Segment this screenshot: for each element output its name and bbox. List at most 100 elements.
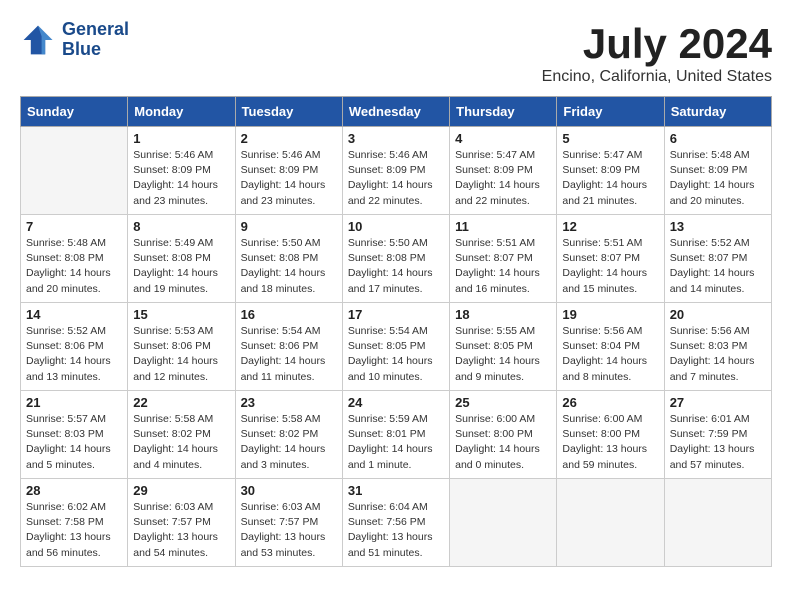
day-number: 12 bbox=[562, 219, 658, 234]
month-title: July 2024 bbox=[542, 20, 772, 68]
calendar-cell: 30Sunrise: 6:03 AM Sunset: 7:57 PM Dayli… bbox=[235, 479, 342, 567]
day-info: Sunrise: 6:01 AM Sunset: 7:59 PM Dayligh… bbox=[670, 412, 766, 473]
day-number: 17 bbox=[348, 307, 444, 322]
calendar-cell: 21 Sunrise: 5:57 AM Sunset: 8:03 PM Dayli… bbox=[21, 391, 128, 479]
day-number: 23 bbox=[241, 395, 337, 410]
page-header: General Blue July 2024 Encino, Californi… bbox=[20, 20, 772, 86]
weekday-header-sunday: Sunday bbox=[21, 97, 128, 127]
day-info: Sunrise: 5:52 AM Sunset: 8:06 PM Dayligh… bbox=[26, 324, 122, 385]
logo: General Blue bbox=[20, 20, 129, 60]
calendar-cell: 9 Sunrise: 5:50 AM Sunset: 8:08 PM Daylig… bbox=[235, 215, 342, 303]
calendar-cell: 18 Sunrise: 5:55 AM Sunset: 8:05 PM Dayli… bbox=[450, 303, 557, 391]
logo-icon bbox=[20, 22, 56, 58]
day-number: 7 bbox=[26, 219, 122, 234]
weekday-header-thursday: Thursday bbox=[450, 97, 557, 127]
day-number: 24 bbox=[348, 395, 444, 410]
calendar-cell: 8 Sunrise: 5:49 AM Sunset: 8:08 PM Daylig… bbox=[128, 215, 235, 303]
weekday-header-friday: Friday bbox=[557, 97, 664, 127]
title-block: July 2024 Encino, California, United Sta… bbox=[542, 20, 772, 86]
day-number: 26 bbox=[562, 395, 658, 410]
day-info: Sunrise: 6:00 AM Sunset: 8:00 PM Dayligh… bbox=[562, 412, 658, 473]
calendar-cell bbox=[557, 479, 664, 567]
day-number: 31 bbox=[348, 483, 444, 498]
day-info: Sunrise: 5:52 AM Sunset: 8:07 PM Dayligh… bbox=[670, 236, 766, 297]
day-number: 13 bbox=[670, 219, 766, 234]
calendar-cell: 3 Sunrise: 5:46 AM Sunset: 8:09 PM Daylig… bbox=[342, 127, 449, 215]
day-number: 14 bbox=[26, 307, 122, 322]
day-info: Sunrise: 5:54 AM Sunset: 8:05 PM Dayligh… bbox=[348, 324, 444, 385]
calendar-cell bbox=[664, 479, 771, 567]
day-info: Sunrise: 5:49 AM Sunset: 8:08 PM Dayligh… bbox=[133, 236, 229, 297]
day-info: Sunrise: 5:54 AM Sunset: 8:06 PM Dayligh… bbox=[241, 324, 337, 385]
day-info: Sunrise: 6:04 AM Sunset: 7:56 PM Dayligh… bbox=[348, 500, 444, 561]
day-info: Sunrise: 5:59 AM Sunset: 8:01 PM Dayligh… bbox=[348, 412, 444, 473]
day-number: 25 bbox=[455, 395, 551, 410]
calendar-cell: 7Sunrise: 5:48 AM Sunset: 8:08 PM Daylig… bbox=[21, 215, 128, 303]
calendar-cell: 23 Sunrise: 5:58 AM Sunset: 8:02 PM Dayli… bbox=[235, 391, 342, 479]
calendar-cell: 15 Sunrise: 5:53 AM Sunset: 8:06 PM Dayli… bbox=[128, 303, 235, 391]
day-info: Sunrise: 5:48 AM Sunset: 8:09 PM Dayligh… bbox=[670, 148, 766, 209]
day-info: Sunrise: 5:50 AM Sunset: 8:08 PM Dayligh… bbox=[241, 236, 337, 297]
calendar-cell: 27 Sunrise: 6:01 AM Sunset: 7:59 PM Dayli… bbox=[664, 391, 771, 479]
day-number: 18 bbox=[455, 307, 551, 322]
calendar-cell bbox=[21, 127, 128, 215]
day-number: 22 bbox=[133, 395, 229, 410]
calendar-cell: 28Sunrise: 6:02 AM Sunset: 7:58 PM Dayli… bbox=[21, 479, 128, 567]
day-info: Sunrise: 5:57 AM Sunset: 8:03 PM Dayligh… bbox=[26, 412, 122, 473]
calendar-cell: 31 Sunrise: 6:04 AM Sunset: 7:56 PM Dayli… bbox=[342, 479, 449, 567]
day-number: 16 bbox=[241, 307, 337, 322]
day-number: 2 bbox=[241, 131, 337, 146]
day-info: Sunrise: 6:00 AM Sunset: 8:00 PM Dayligh… bbox=[455, 412, 551, 473]
calendar: SundayMondayTuesdayWednesdayThursdayFrid… bbox=[20, 96, 772, 567]
logo-text: General Blue bbox=[62, 20, 129, 60]
day-info: Sunrise: 5:47 AM Sunset: 8:09 PM Dayligh… bbox=[455, 148, 551, 209]
weekday-header-tuesday: Tuesday bbox=[235, 97, 342, 127]
day-info: Sunrise: 5:55 AM Sunset: 8:05 PM Dayligh… bbox=[455, 324, 551, 385]
week-row-1: 1 Sunrise: 5:46 AM Sunset: 8:09 PM Daylig… bbox=[21, 127, 772, 215]
day-info: Sunrise: 6:03 AM Sunset: 7:57 PM Dayligh… bbox=[133, 500, 229, 561]
day-info: Sunrise: 5:58 AM Sunset: 8:02 PM Dayligh… bbox=[133, 412, 229, 473]
day-info: Sunrise: 5:53 AM Sunset: 8:06 PM Dayligh… bbox=[133, 324, 229, 385]
day-number: 4 bbox=[455, 131, 551, 146]
location: Encino, California, United States bbox=[542, 68, 772, 86]
calendar-cell: 4 Sunrise: 5:47 AM Sunset: 8:09 PM Daylig… bbox=[450, 127, 557, 215]
day-info: Sunrise: 5:46 AM Sunset: 8:09 PM Dayligh… bbox=[348, 148, 444, 209]
calendar-cell bbox=[450, 479, 557, 567]
day-number: 6 bbox=[670, 131, 766, 146]
day-number: 8 bbox=[133, 219, 229, 234]
day-number: 3 bbox=[348, 131, 444, 146]
calendar-cell: 12 Sunrise: 5:51 AM Sunset: 8:07 PM Dayli… bbox=[557, 215, 664, 303]
day-number: 10 bbox=[348, 219, 444, 234]
week-row-2: 7Sunrise: 5:48 AM Sunset: 8:08 PM Daylig… bbox=[21, 215, 772, 303]
day-number: 30 bbox=[241, 483, 337, 498]
calendar-cell: 26 Sunrise: 6:00 AM Sunset: 8:00 PM Dayli… bbox=[557, 391, 664, 479]
day-info: Sunrise: 5:56 AM Sunset: 8:03 PM Dayligh… bbox=[670, 324, 766, 385]
day-number: 1 bbox=[133, 131, 229, 146]
day-number: 28 bbox=[26, 483, 122, 498]
day-number: 9 bbox=[241, 219, 337, 234]
day-info: Sunrise: 5:50 AM Sunset: 8:08 PM Dayligh… bbox=[348, 236, 444, 297]
calendar-cell: 1 Sunrise: 5:46 AM Sunset: 8:09 PM Daylig… bbox=[128, 127, 235, 215]
calendar-cell: 22 Sunrise: 5:58 AM Sunset: 8:02 PM Dayli… bbox=[128, 391, 235, 479]
day-number: 21 bbox=[26, 395, 122, 410]
day-info: Sunrise: 5:46 AM Sunset: 8:09 PM Dayligh… bbox=[133, 148, 229, 209]
calendar-cell: 20 Sunrise: 5:56 AM Sunset: 8:03 PM Dayli… bbox=[664, 303, 771, 391]
weekday-header-wednesday: Wednesday bbox=[342, 97, 449, 127]
day-info: Sunrise: 5:46 AM Sunset: 8:09 PM Dayligh… bbox=[241, 148, 337, 209]
day-info: Sunrise: 5:51 AM Sunset: 8:07 PM Dayligh… bbox=[562, 236, 658, 297]
weekday-header-saturday: Saturday bbox=[664, 97, 771, 127]
day-number: 15 bbox=[133, 307, 229, 322]
calendar-cell: 10 Sunrise: 5:50 AM Sunset: 8:08 PM Dayli… bbox=[342, 215, 449, 303]
day-number: 27 bbox=[670, 395, 766, 410]
weekday-header-row: SundayMondayTuesdayWednesdayThursdayFrid… bbox=[21, 97, 772, 127]
day-number: 19 bbox=[562, 307, 658, 322]
day-info: Sunrise: 5:47 AM Sunset: 8:09 PM Dayligh… bbox=[562, 148, 658, 209]
calendar-cell: 6 Sunrise: 5:48 AM Sunset: 8:09 PM Daylig… bbox=[664, 127, 771, 215]
calendar-cell: 17 Sunrise: 5:54 AM Sunset: 8:05 PM Dayli… bbox=[342, 303, 449, 391]
day-number: 5 bbox=[562, 131, 658, 146]
day-number: 29 bbox=[133, 483, 229, 498]
calendar-cell: 24 Sunrise: 5:59 AM Sunset: 8:01 PM Dayli… bbox=[342, 391, 449, 479]
day-info: Sunrise: 5:58 AM Sunset: 8:02 PM Dayligh… bbox=[241, 412, 337, 473]
calendar-cell: 25 Sunrise: 6:00 AM Sunset: 8:00 PM Dayli… bbox=[450, 391, 557, 479]
day-number: 20 bbox=[670, 307, 766, 322]
